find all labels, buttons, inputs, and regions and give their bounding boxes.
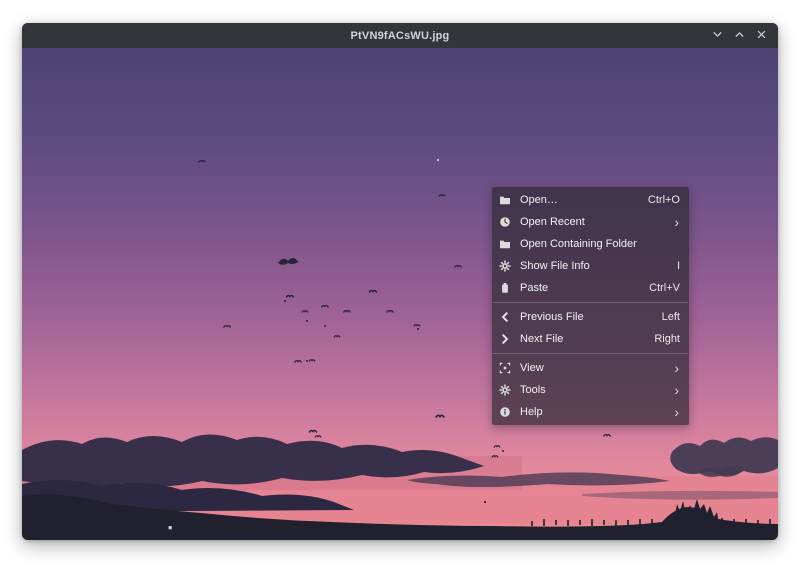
menu-item-open[interactable]: Open… Ctrl+O <box>492 189 689 211</box>
menu-item-previous-file[interactable]: Previous File Left <box>492 306 689 328</box>
close-icon <box>756 28 767 43</box>
menu-item-open-containing-folder[interactable]: Open Containing Folder <box>492 233 689 255</box>
menu-separator <box>493 353 688 354</box>
menu-item-label: Show File Info <box>520 260 677 272</box>
clock-icon <box>499 216 511 228</box>
menu-item-label: Previous File <box>520 311 662 323</box>
titlebar[interactable]: PtVN9fACsWU.jpg <box>22 23 778 48</box>
view-icon <box>499 362 511 374</box>
submenu-arrow-icon: › <box>674 217 679 227</box>
menu-item-shortcut: Left <box>662 311 680 323</box>
chevron-left-icon <box>499 311 511 323</box>
menu-item-label: Paste <box>520 282 649 294</box>
image-viewport[interactable]: Open… Ctrl+O Open Recent › Open Containi… <box>22 48 778 540</box>
menu-item-paste[interactable]: Paste Ctrl+V <box>492 277 689 299</box>
menu-item-label: Help <box>520 406 674 418</box>
menu-item-next-file[interactable]: Next File Right <box>492 328 689 350</box>
chevron-up-icon <box>734 28 745 43</box>
menu-item-label: Open… <box>520 194 648 206</box>
menu-item-shortcut: I <box>677 260 680 272</box>
paste-icon <box>499 282 511 294</box>
window-title: PtVN9fACsWU.jpg <box>351 30 450 42</box>
menu-item-open-recent[interactable]: Open Recent › <box>492 211 689 233</box>
folder-icon <box>499 194 511 206</box>
menu-item-tools[interactable]: Tools › <box>492 379 689 401</box>
context-menu: Open… Ctrl+O Open Recent › Open Containi… <box>492 187 689 425</box>
maximize-button[interactable] <box>732 28 747 43</box>
info-icon <box>499 406 511 418</box>
close-button[interactable] <box>754 28 769 43</box>
chevron-right-icon <box>499 333 511 345</box>
minimize-button[interactable] <box>710 28 725 43</box>
menu-item-shortcut: Ctrl+V <box>649 282 680 294</box>
submenu-arrow-icon: › <box>674 363 679 373</box>
menu-item-shortcut: Ctrl+O <box>648 194 680 206</box>
menu-item-label: View <box>520 362 674 374</box>
gear-icon <box>499 384 511 396</box>
menu-item-view[interactable]: View › <box>492 357 689 379</box>
image-viewer-window: PtVN9fACsWU.jpg <box>22 23 778 540</box>
window-controls <box>710 23 769 48</box>
menu-item-show-file-info[interactable]: Show File Info I <box>492 255 689 277</box>
folder-icon <box>499 238 511 250</box>
menu-item-label: Tools <box>520 384 674 396</box>
submenu-arrow-icon: › <box>674 407 679 417</box>
star <box>437 159 439 161</box>
menu-item-label: Open Recent <box>520 216 674 228</box>
menu-item-shortcut: Right <box>654 333 680 345</box>
gear-icon <box>499 260 511 272</box>
chevron-down-icon <box>712 28 723 43</box>
submenu-arrow-icon: › <box>674 385 679 395</box>
menu-item-label: Next File <box>520 333 654 345</box>
menu-item-help[interactable]: Help › <box>492 401 689 423</box>
menu-item-label: Open Containing Folder <box>520 238 680 250</box>
menu-separator <box>493 302 688 303</box>
